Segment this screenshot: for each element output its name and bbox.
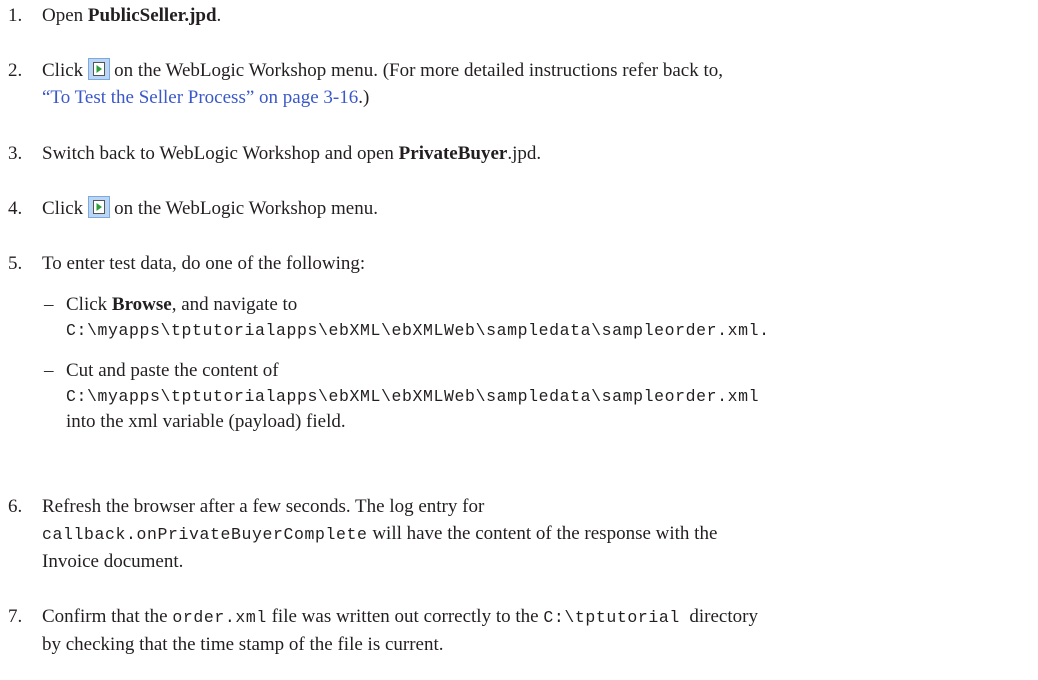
step-text: Click (42, 198, 84, 219)
step-text-end: .jpd. (507, 143, 542, 164)
step-6: 6. Refresh the browser after a few secon… (8, 493, 1028, 575)
file-name: PublicSeller.jpd (87, 5, 217, 26)
step-text: Confirm that the (42, 606, 173, 627)
step-number: 7. (8, 606, 23, 627)
file-path: C:\myapps\tptutorialapps\ebXML\ebXMLWeb\… (66, 321, 770, 340)
step-text: Refresh the browser after a few seconds.… (42, 496, 485, 517)
step-number: 3. (8, 143, 23, 164)
cross-reference-link[interactable]: “To Test the Seller Process” on page 3-1… (42, 87, 358, 108)
step-3: 3. Switch back to WebLogic Workshop and … (8, 140, 1028, 167)
run-test-icon[interactable] (88, 58, 111, 80)
bullet-item-browse: – Click Browse, and navigate to C:\myapp… (44, 292, 1028, 343)
step-7: 7. Confirm that the order.xml file was w… (8, 603, 1028, 658)
step-text-end: on the WebLogic Workshop menu. (114, 198, 378, 219)
step-number: 4. (8, 198, 23, 219)
bullet-dash: – (44, 294, 54, 315)
step-text-after: directory (679, 606, 758, 627)
directory-path: C:\tptutorial (543, 608, 680, 627)
step-text-mid: on the WebLogic Workshop menu. (For more… (114, 60, 724, 81)
step-text: Switch back to WebLogic Workshop and ope… (42, 143, 399, 164)
bullet-text-end: , and navigate to (171, 294, 298, 315)
step-2: 2. Click on the WebLogic Workshop menu. (… (8, 57, 1028, 111)
bullet-text-end: into the xml variable (payload) field. (66, 411, 346, 432)
bullet-dash: – (44, 360, 54, 381)
step-number: 5. (8, 253, 23, 274)
file-name: PrivateBuyer (398, 143, 508, 164)
file-name-code: order.xml (172, 608, 267, 627)
bullet-text: Cut and paste the content of (66, 360, 279, 381)
step-text: Click (42, 60, 84, 81)
step-5: 5. To enter test data, do one of the fol… (8, 250, 1028, 434)
run-test-icon[interactable] (88, 196, 111, 218)
step-4: 4. Click on the WebLogic Workshop menu. (8, 195, 1028, 222)
step-number: 1. (8, 5, 23, 26)
step-number: 6. (8, 496, 23, 517)
document-page: 1. Open PublicSeller.jpd. 2. Click on the… (0, 0, 1038, 680)
step-number: 2. (8, 60, 23, 81)
bullet-text: Click (66, 294, 112, 315)
step-text-mid: will have the content of the response wi… (367, 523, 718, 544)
step-text-end: . (216, 5, 222, 26)
step-text-end: by checking that the time stamp of the f… (42, 634, 444, 655)
bullet-item-paste: – Cut and paste the content of C:\myapps… (44, 358, 1028, 434)
callback-name: callback.onPrivateBuyerComplete (42, 525, 368, 544)
step-1: 1. Open PublicSeller.jpd. (8, 2, 1028, 29)
step-text-end: .) (358, 87, 370, 108)
file-path: C:\myapps\tptutorialapps\ebXML\ebXMLWeb\… (66, 387, 760, 406)
step-text-end: Invoice document. (42, 551, 184, 572)
step-text: Open (42, 5, 88, 26)
browse-label: Browse (111, 294, 172, 315)
step-text-mid: file was written out correctly to the (266, 606, 544, 627)
step-text: To enter test data, do one of the follow… (42, 253, 366, 274)
